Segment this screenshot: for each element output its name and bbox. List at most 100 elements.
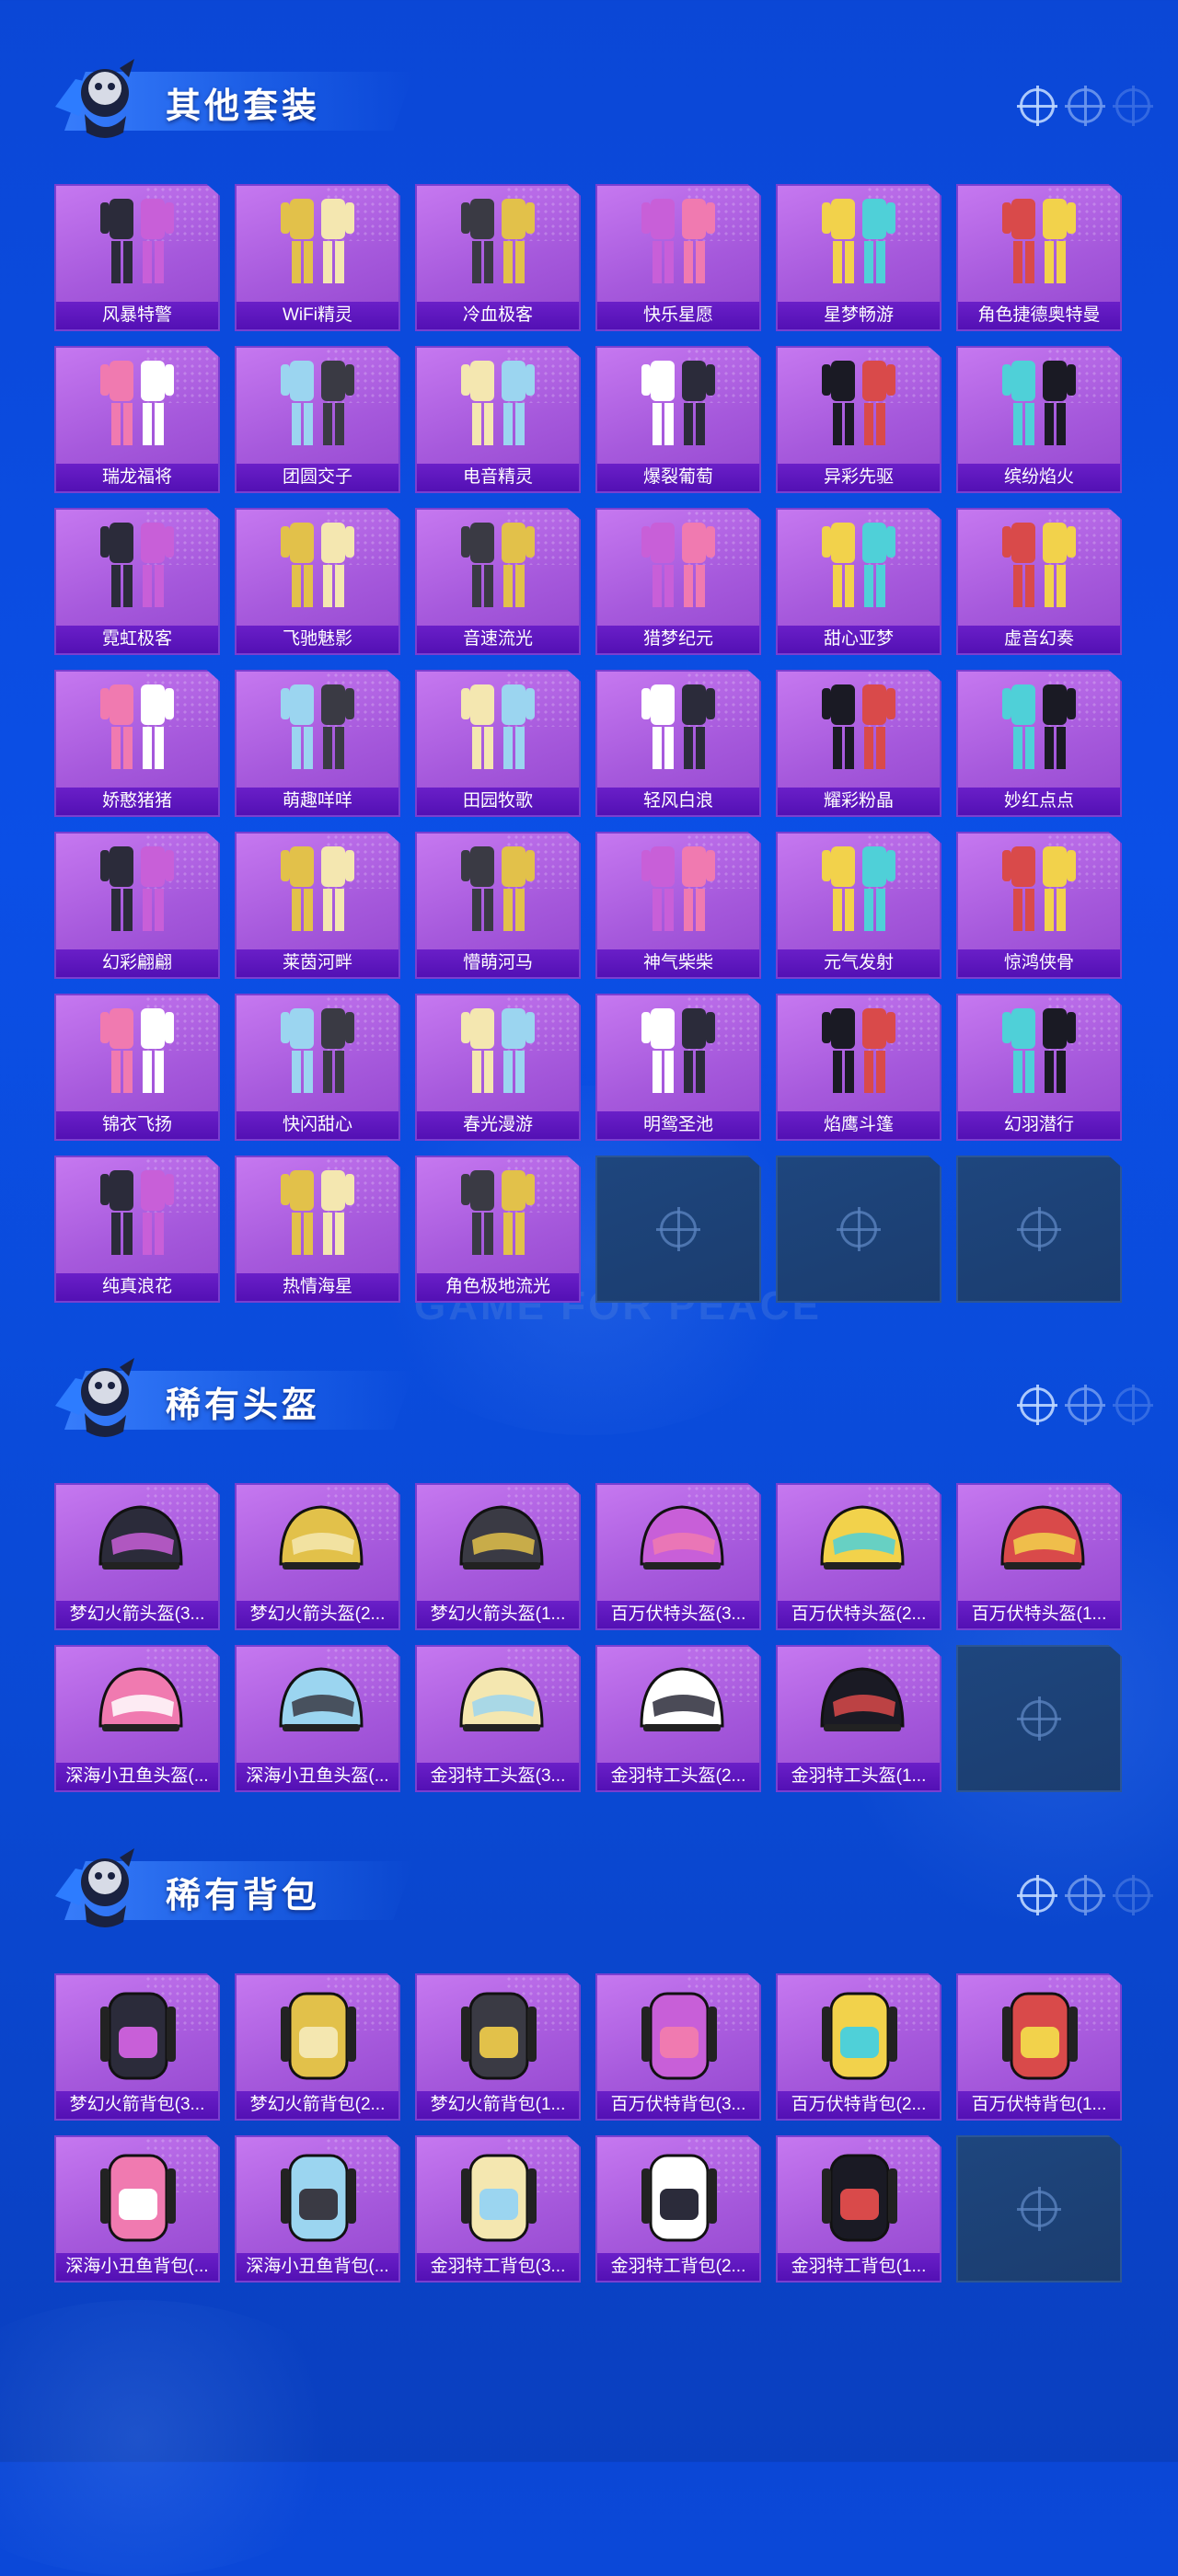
item-card[interactable]: 金羽特工头盔(2... bbox=[595, 1645, 761, 1792]
item-card[interactable]: 田园牧歌 bbox=[415, 670, 581, 817]
item-card[interactable]: 角色极地流光 bbox=[415, 1156, 581, 1303]
item-card[interactable]: 风暴特警 bbox=[54, 184, 220, 331]
section-header: 其他套装 bbox=[28, 46, 1169, 138]
item-card[interactable]: 明鸳圣池 bbox=[595, 994, 761, 1141]
item-card[interactable]: 元气发射 bbox=[776, 832, 941, 979]
item-card[interactable]: 纯真浪花 bbox=[54, 1156, 220, 1303]
item-card[interactable]: 金羽特工头盔(3... bbox=[415, 1645, 581, 1792]
item-card[interactable]: 锦衣飞扬 bbox=[54, 994, 220, 1141]
item-card[interactable]: 百万伏特头盔(3... bbox=[595, 1483, 761, 1630]
outfit-icon bbox=[641, 1008, 715, 1093]
item-card[interactable]: 百万伏特头盔(1... bbox=[956, 1483, 1122, 1630]
item-card[interactable]: 冷血极客 bbox=[415, 184, 581, 331]
item-card[interactable]: 梦幻火箭头盔(2... bbox=[235, 1483, 400, 1630]
outfit-icon bbox=[461, 361, 535, 445]
item-card[interactable]: 百万伏特背包(2... bbox=[776, 1973, 941, 2121]
item-card[interactable]: 春光漫游 bbox=[415, 994, 581, 1141]
item-name: 缤纷焰火 bbox=[958, 464, 1120, 491]
item-card[interactable]: 甜心亚梦 bbox=[776, 508, 941, 655]
item-card[interactable]: 百万伏特背包(1... bbox=[956, 1973, 1122, 2121]
item-card[interactable]: 妙红点点 bbox=[956, 670, 1122, 817]
backpack-icon bbox=[461, 1992, 537, 2080]
outfit-icon bbox=[281, 1170, 354, 1255]
item-card[interactable]: 角色捷德奥特曼 bbox=[956, 184, 1122, 331]
item-name: 虚音幻奏 bbox=[958, 626, 1120, 653]
item-card[interactable]: 飞驰魅影 bbox=[235, 508, 400, 655]
outfit-icon bbox=[822, 199, 895, 283]
item-name: 热情海星 bbox=[237, 1273, 398, 1301]
item-card[interactable]: 幻彩翩翩 bbox=[54, 832, 220, 979]
item-name: 幻羽潜行 bbox=[958, 1111, 1120, 1139]
item-card[interactable]: 霓虹极客 bbox=[54, 508, 220, 655]
item-card[interactable]: 金羽特工背包(3... bbox=[415, 2135, 581, 2283]
helmet-icon bbox=[640, 1667, 724, 1731]
item-name: 霓虹极客 bbox=[56, 626, 218, 653]
outfit-icon bbox=[1002, 361, 1076, 445]
outfit-icon bbox=[641, 846, 715, 931]
item-name: 瑞龙福将 bbox=[56, 464, 218, 491]
item-card[interactable]: 瑞龙福将 bbox=[54, 346, 220, 493]
empty-slot bbox=[956, 1645, 1122, 1792]
item-card[interactable]: 梦幻火箭头盔(1... bbox=[415, 1483, 581, 1630]
item-name: 团圆交子 bbox=[237, 464, 398, 491]
item-card[interactable]: 深海小丑鱼头盔(... bbox=[235, 1645, 400, 1792]
crosshair-icon bbox=[1065, 1875, 1105, 1915]
item-card[interactable]: 深海小丑鱼背包(... bbox=[54, 2135, 220, 2283]
item-card[interactable]: 快闪甜心 bbox=[235, 994, 400, 1141]
item-card[interactable]: 热情海星 bbox=[235, 1156, 400, 1303]
item-card[interactable]: 神气柴柴 bbox=[595, 832, 761, 979]
item-card[interactable]: 快乐星愿 bbox=[595, 184, 761, 331]
section-header: 稀有头盔 bbox=[28, 1345, 1169, 1437]
item-card[interactable]: 深海小丑鱼背包(... bbox=[235, 2135, 400, 2283]
outfit-icon bbox=[100, 1008, 174, 1093]
backpack-icon bbox=[1002, 1992, 1078, 2080]
item-card[interactable]: 星梦畅游 bbox=[776, 184, 941, 331]
item-name: 异彩先驱 bbox=[778, 464, 940, 491]
item-card[interactable]: 缤纷焰火 bbox=[956, 346, 1122, 493]
item-card[interactable]: 音速流光 bbox=[415, 508, 581, 655]
item-name: 焰鹰斗篷 bbox=[778, 1111, 940, 1139]
mascot-icon bbox=[55, 1358, 134, 1437]
item-name: 娇憨猪猪 bbox=[56, 788, 218, 815]
item-card[interactable]: 懵萌河马 bbox=[415, 832, 581, 979]
decor-crosshair-icons bbox=[1017, 86, 1153, 126]
outfit-icon bbox=[100, 846, 174, 931]
item-card[interactable]: 猎梦纪元 bbox=[595, 508, 761, 655]
outfit-icon bbox=[461, 684, 535, 769]
item-card[interactable]: 深海小丑鱼头盔(... bbox=[54, 1645, 220, 1792]
outfit-icon bbox=[822, 684, 895, 769]
item-card[interactable]: 幻羽潜行 bbox=[956, 994, 1122, 1141]
section-title: 稀有头盔 bbox=[166, 1386, 321, 1425]
item-card[interactable]: 爆裂葡萄 bbox=[595, 346, 761, 493]
item-card[interactable]: 虚音幻奏 bbox=[956, 508, 1122, 655]
item-card[interactable]: WiFi精灵 bbox=[235, 184, 400, 331]
item-card[interactable]: 梦幻火箭背包(1... bbox=[415, 1973, 581, 2121]
item-card[interactable]: 梦幻火箭背包(3... bbox=[54, 1973, 220, 2121]
item-card[interactable]: 惊鸿侠骨 bbox=[956, 832, 1122, 979]
item-card[interactable]: 耀彩粉晶 bbox=[776, 670, 941, 817]
mascot-icon bbox=[55, 59, 134, 138]
item-card[interactable]: 莱茵河畔 bbox=[235, 832, 400, 979]
item-card[interactable]: 萌趣咩咩 bbox=[235, 670, 400, 817]
item-card[interactable]: 异彩先驱 bbox=[776, 346, 941, 493]
crosshair-icon bbox=[1113, 1385, 1153, 1425]
item-card[interactable]: 娇憨猪猪 bbox=[54, 670, 220, 817]
item-card[interactable]: 百万伏特头盔(2... bbox=[776, 1483, 941, 1630]
helmet-icon bbox=[98, 1667, 183, 1731]
outfit-icon bbox=[461, 1008, 535, 1093]
item-card[interactable]: 金羽特工背包(2... bbox=[595, 2135, 761, 2283]
outfit-icon bbox=[281, 1008, 354, 1093]
item-card[interactable]: 团圆交子 bbox=[235, 346, 400, 493]
item-name: 懵萌河马 bbox=[417, 949, 579, 977]
item-card[interactable]: 金羽特工头盔(1... bbox=[776, 1645, 941, 1792]
item-name: 金羽特工头盔(3... bbox=[417, 1763, 579, 1790]
item-card[interactable]: 电音精灵 bbox=[415, 346, 581, 493]
crosshair-icon bbox=[1017, 1385, 1057, 1425]
item-card[interactable]: 百万伏特背包(3... bbox=[595, 1973, 761, 2121]
item-card[interactable]: 梦幻火箭头盔(3... bbox=[54, 1483, 220, 1630]
item-card[interactable]: 轻风白浪 bbox=[595, 670, 761, 817]
item-card[interactable]: 焰鹰斗篷 bbox=[776, 994, 941, 1141]
item-card[interactable]: 梦幻火箭背包(2... bbox=[235, 1973, 400, 2121]
item-card[interactable]: 金羽特工背包(1... bbox=[776, 2135, 941, 2283]
crosshair-icon bbox=[1113, 1875, 1153, 1915]
